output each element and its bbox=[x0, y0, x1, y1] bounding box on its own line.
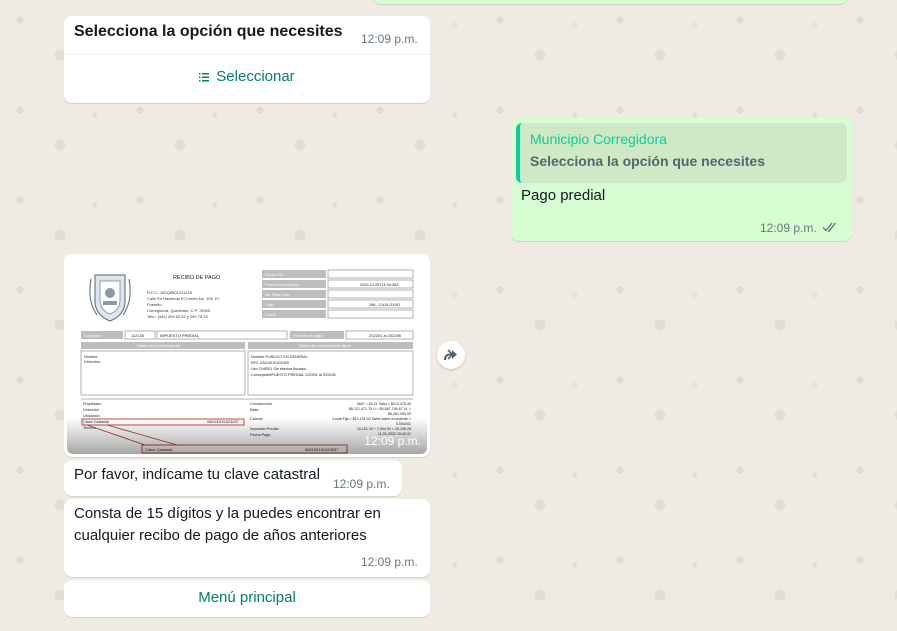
receipt-image[interactable]: RECIBO DE PAGO R.F.C.- MCQ8501011JX0 Cal… bbox=[67, 257, 427, 454]
divider bbox=[64, 54, 430, 55]
forward-button[interactable] bbox=[437, 341, 465, 369]
issuer-line: Pueblito, bbox=[147, 302, 163, 307]
message-line: Consta de 15 dígitos y la puedes encontr… bbox=[74, 505, 381, 522]
concept-name: IMPUESTO PREDIAL bbox=[160, 333, 200, 338]
message-text: Por favor, indícame tu clave catastral bbox=[74, 466, 320, 483]
field-label: Caja bbox=[265, 303, 274, 307]
list-icon bbox=[199, 69, 210, 86]
fiscal-line: Uso CfdiS01 Sin efectos fiscales. bbox=[251, 367, 307, 371]
issuer-line: Tels.: (442) 209 60 52 y 209 75 13 bbox=[147, 314, 208, 319]
field-label: Cajero bbox=[265, 313, 276, 317]
taxpayer-field: Dirección: bbox=[84, 360, 101, 364]
field-label: Recibo No. bbox=[265, 273, 284, 277]
message-time: 12:09 p.m. bbox=[364, 434, 421, 448]
message-time: 12:09 p.m. bbox=[361, 555, 418, 569]
field-label: Fecha Hora Emisión bbox=[265, 283, 299, 287]
quoted-author: Municipio Corregidora bbox=[530, 131, 667, 147]
select-button[interactable]: Seleccionar bbox=[64, 68, 430, 86]
period-label: Período de pago bbox=[293, 333, 323, 338]
forward-icon bbox=[444, 349, 457, 361]
calc-value: M&F = 63.21 Valor = $214,475.49 bbox=[357, 402, 411, 406]
taxpayer-field: Nombre bbox=[84, 355, 98, 359]
message-time: 12:09 p.m. bbox=[333, 477, 390, 491]
calc-label: Construcción bbox=[250, 402, 272, 406]
reply-text: Pago predial bbox=[521, 187, 606, 204]
period-value: 202201 al 202206 bbox=[369, 333, 402, 338]
message-time: 12:09 p.m. bbox=[760, 221, 817, 235]
calc-value: $6,282,950.53 bbox=[388, 412, 411, 416]
field-value: 2022-12-09T11:44:28Z bbox=[360, 283, 399, 287]
quoted-text: Selecciona la opción que necesites bbox=[530, 153, 765, 169]
field-value: 198 - CAJA OXXO bbox=[369, 303, 400, 307]
main-menu-button[interactable]: Menú principal bbox=[64, 580, 430, 617]
issuer-line: Calle Ex Hacienda El Cerrito No. 100, El bbox=[147, 296, 219, 301]
select-button-label: Seleccionar bbox=[216, 68, 295, 85]
issuer-line: Corregidora, Querétaro, C.P. 76900 bbox=[147, 308, 211, 313]
fiscal-header: Datos del comprobante fiscal bbox=[299, 343, 351, 348]
list-message-title: Selecciona la opción que necesites bbox=[74, 23, 343, 40]
field-label: No. Pase Caja bbox=[265, 293, 290, 297]
fiscal-line: ConceptoIMPUESTO PREDIAL 202201 al 20220… bbox=[251, 373, 336, 377]
image-message-bubble: RECIBO DE PAGO R.F.C.- MCQ8501011JX0 Cal… bbox=[64, 254, 430, 457]
previous-outgoing-bubble bbox=[372, 0, 848, 4]
reply-message-bubble: Municipio Corregidora Selecciona la opci… bbox=[511, 118, 852, 241]
calc-label: Base bbox=[250, 408, 259, 412]
concept-code: 112130 bbox=[131, 333, 145, 338]
property-field: Dirección bbox=[83, 408, 99, 412]
fiscal-line: RFC XAXX010101000 bbox=[251, 361, 289, 365]
municipal-seal-icon bbox=[89, 274, 131, 322]
text-message-bubble: Consta de 15 dígitos y la puedes encontr… bbox=[64, 499, 430, 577]
main-menu-button-label: Menú principal bbox=[198, 589, 296, 606]
message-line: cualquier recibo de pago de años anterio… bbox=[74, 527, 367, 544]
fiscal-line: Nombre PUBLICO EN GENERAL bbox=[251, 355, 308, 359]
message-time: 12:09 p.m. bbox=[361, 32, 418, 46]
calc-value: $6,121,471.75 U = $4,587,796.67 VL = bbox=[349, 407, 411, 411]
taxpayer-header: Datos del Contribuyente bbox=[137, 343, 181, 348]
receipt-title: RECIBO DE PAGO bbox=[173, 275, 221, 281]
issuer-line: R.F.C.- MCQ8501011JX0 bbox=[147, 290, 193, 295]
list-message-bubble: Selecciona la opción que necesites 12:09… bbox=[64, 16, 430, 103]
property-field: Propietario bbox=[83, 402, 101, 406]
double-check-icon bbox=[822, 221, 840, 236]
quoted-message[interactable]: Municipio Corregidora Selecciona la opci… bbox=[516, 123, 847, 183]
text-message-bubble: Por favor, indícame tu clave catastral 1… bbox=[64, 460, 402, 496]
message-text: Consta de 15 dígitos y la puedes encontr… bbox=[74, 503, 381, 547]
concept-label: Concepto bbox=[84, 333, 102, 338]
